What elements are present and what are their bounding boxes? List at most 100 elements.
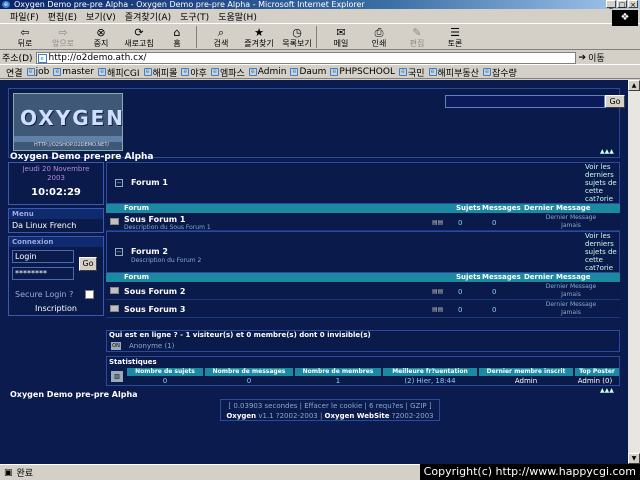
link-page-icon: e: [210, 68, 219, 76]
stats-value: 0: [246, 377, 252, 385]
close-button[interactable]: ×: [628, 0, 638, 9]
menu-heading: Menu: [9, 209, 103, 219]
vertical-scrollbar[interactable]: ▲ ▼: [628, 80, 640, 464]
go-button[interactable]: ➔ 이동: [579, 51, 605, 65]
forum-folder-icon: [110, 287, 119, 294]
print-button[interactable]: ⎙ 인쇄: [360, 25, 398, 48]
favorites-button[interactable]: ★ 즐겨찾기: [240, 25, 278, 48]
menu-file[interactable]: 파일(F): [10, 10, 39, 23]
forum-messages: 0: [492, 219, 497, 227]
link-page-icon: e: [428, 68, 437, 76]
category-row: − Forum 1 Voir les derniers sujets de ce…: [106, 162, 620, 204]
stop-button[interactable]: ⊗ 중지: [82, 25, 120, 48]
collapse-icon[interactable]: −: [115, 248, 123, 256]
link-daum[interactable]: e Daum: [290, 67, 326, 77]
link-master[interactable]: e master: [53, 67, 94, 77]
stats-value: 0: [162, 377, 168, 385]
login-go-button[interactable]: Go: [79, 257, 97, 271]
forum-sujets: 0: [458, 288, 463, 296]
forum-sujets: 0: [458, 306, 463, 314]
col-last: Dernier Message: [524, 204, 591, 212]
forum-row[interactable]: Sous Forum 3 ▤▤ 0 0 Dernier Message Jamai…: [106, 300, 620, 318]
stats-header: Nombre de sujets: [127, 368, 203, 376]
search-input[interactable]: [445, 95, 605, 108]
oxygen-logo[interactable]: OXYGEN HTTP://O2SHOP.O2DEMO.NET/: [13, 93, 123, 151]
menu-help[interactable]: 도움말(H): [218, 10, 257, 23]
collapse-icon[interactable]: −: [115, 179, 123, 187]
edit-button[interactable]: ✎ 편집: [398, 25, 436, 48]
category-title[interactable]: Forum 1: [131, 178, 168, 187]
search-go-button[interactable]: Go: [605, 95, 625, 108]
link-empas[interactable]: e 엠파스: [210, 66, 245, 78]
link-page-icon: e: [143, 68, 152, 76]
link-happy-realestate[interactable]: e 해피부동산: [428, 66, 479, 78]
link-happycgi[interactable]: e 해피CGI: [98, 66, 140, 78]
stats-value[interactable]: Admin (0): [569, 377, 621, 385]
footer-arrows-icon[interactable]: ▲▲▲: [600, 387, 614, 394]
search-button[interactable]: ⌕ 검색: [202, 25, 240, 48]
password-input[interactable]: ********: [12, 267, 74, 280]
link-kookmin[interactable]: e 국민: [398, 66, 425, 78]
login-form: Login ******** Go: [9, 247, 103, 287]
login-box: Connexion Login ******** Go Secure Login…: [8, 236, 104, 316]
forum-folder-icon: [110, 218, 119, 225]
forum-name[interactable]: Sous Forum 2: [124, 287, 185, 296]
refresh-button[interactable]: ⟳ 새로고침: [120, 25, 158, 48]
menu-view[interactable]: 보기(V): [86, 10, 116, 23]
clock-time: 10:02:29: [31, 187, 81, 198]
home-icon: ⌂: [173, 26, 181, 39]
windows-logo-icon: ❖: [612, 10, 638, 26]
left-column: Jeudi 20 Novembre 2003 10:02:29 Menu Da …: [8, 162, 104, 372]
address-url: http://o2demo.ath.cx/: [48, 52, 147, 63]
forum-mods-icon: ▤▤: [432, 306, 444, 313]
category-latest-link[interactable]: Voir les derniers sujets de cette cat?or…: [585, 163, 617, 203]
link-admin[interactable]: e Admin: [248, 67, 286, 77]
discuss-button[interactable]: ☰ 토론: [436, 25, 474, 48]
category-latest-link[interactable]: Voir les derniers sujets de cette cat?or…: [585, 232, 617, 272]
signup-link[interactable]: Inscription: [9, 302, 103, 315]
site-header: OXYGEN HTTP://O2SHOP.O2DEMO.NET/ Go: [8, 88, 625, 158]
category-title[interactable]: Forum 2: [131, 247, 168, 256]
page-icon: e: [37, 53, 47, 63]
forum-name[interactable]: Sous Forum 3: [124, 305, 185, 314]
menu-tools[interactable]: 도구(T): [180, 10, 209, 23]
secure-login-checkbox[interactable]: [85, 290, 95, 299]
menu-link-da-linux-french[interactable]: Da Linux French: [9, 219, 103, 232]
back-button[interactable]: ⇦ 뒤로: [6, 25, 44, 48]
forward-arrow-icon: ⇨: [58, 26, 68, 39]
login-input[interactable]: Login: [12, 250, 74, 263]
mail-button[interactable]: ✉ 메일: [322, 25, 360, 48]
menu-edit[interactable]: 편집(E): [48, 10, 77, 23]
history-button[interactable]: ◷ 목록보기: [278, 25, 316, 48]
link-happymall[interactable]: e 해피몰: [143, 66, 177, 78]
link-job[interactable]: e job: [26, 67, 49, 77]
online-title[interactable]: Qui est en ligne ? - 1 visiteur(s) et 0 …: [109, 331, 371, 339]
link-page-icon: e: [26, 68, 35, 76]
header-arrows-icon[interactable]: ▲▲▲: [600, 148, 614, 155]
forum-row[interactable]: Sous Forum 2 ▤▤ 0 0 Dernier Message Jamai…: [106, 282, 620, 300]
stats-value[interactable]: Admin: [479, 377, 573, 385]
col-last: Dernier Message: [524, 273, 591, 281]
window-title: Oxygen Demo pre-pre Alpha - Oxygen Demo …: [14, 0, 365, 9]
stats-chart-icon: ▥: [111, 371, 123, 382]
menu-favorites[interactable]: 즐겨찾기(A): [125, 10, 171, 23]
forward-button[interactable]: ⇨ 앞으로: [44, 25, 82, 48]
site-name: Oxygen Demo pre-pre Alpha: [10, 152, 154, 162]
footer-line1: [ 0.03903 secondes | Effacer le cookie |…: [228, 402, 432, 410]
statistics: Statistiques ▥ Nombre de sujets Nombre d…: [106, 356, 620, 386]
maximize-button[interactable]: □: [617, 0, 627, 9]
copyright-watermark: Copyright(c) http://www.happycgi.com: [419, 464, 640, 480]
link-jobsuryang[interactable]: e 잡수량: [482, 66, 517, 78]
link-yahoo[interactable]: e 야후: [181, 66, 207, 78]
scroll-up-icon[interactable]: ▲: [628, 80, 640, 91]
address-input[interactable]: e http://o2demo.ath.cx/: [35, 51, 576, 64]
scroll-down-icon[interactable]: ▼: [628, 453, 640, 464]
minimize-button[interactable]: _: [606, 0, 616, 9]
link-page-icon: e: [98, 68, 107, 76]
link-phpschool[interactable]: e PHPSCHOOL: [330, 67, 395, 77]
forum-messages: 0: [492, 306, 497, 314]
forum-row[interactable]: Sous Forum 1 Description du Sous Forum 1…: [106, 213, 620, 231]
home-button[interactable]: ⌂ 홈: [158, 25, 196, 48]
forum-name[interactable]: Sous Forum 1: [124, 215, 185, 224]
stats-header: Meilleure fr?uentation: [383, 368, 477, 376]
